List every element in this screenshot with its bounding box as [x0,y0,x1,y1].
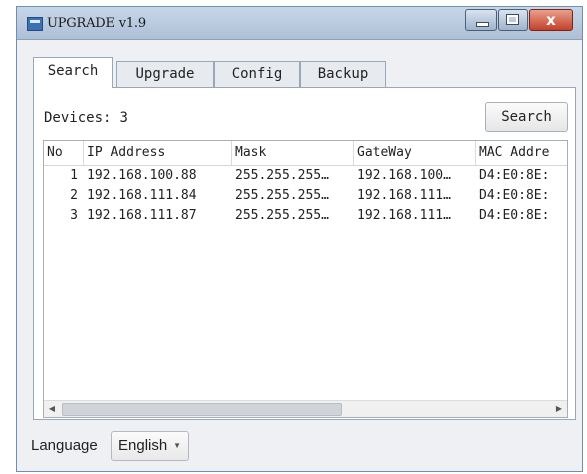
cell-gateway: 192.168.111… [357,188,451,203]
search-button[interactable]: Search [485,102,568,132]
cell-mask: 255.255.255… [235,208,329,223]
device-table[interactable]: No IP Address Mask GateWay MAC Addre 1 1… [43,140,568,418]
cell-mask: 255.255.255… [235,168,329,183]
minimize-icon [476,22,489,27]
close-button[interactable]: x [529,9,573,31]
column-header-ip-address[interactable]: IP Address [84,141,232,165]
minimize-button[interactable] [465,9,497,31]
app-icon [27,17,43,31]
table-row[interactable]: 1 192.168.100.88 255.255.255… 192.168.10… [44,166,567,186]
column-header-gateway[interactable]: GateWay [354,141,476,165]
cell-mac-address: D4:E0:8E: [479,188,550,203]
arrow-left-icon[interactable]: ◀ [44,401,60,417]
language-label: Language [31,437,98,454]
tab-backup[interactable]: Backup [300,61,386,87]
cell-ip-address: 192.168.100.88 [87,168,197,183]
column-header-no[interactable]: No [44,141,84,165]
tab-upgrade[interactable]: Upgrade [116,61,214,87]
table-body: 1 192.168.100.88 255.255.255… 192.168.10… [44,166,567,226]
cell-no: 2 [70,188,78,203]
cell-no: 3 [70,208,78,223]
devices-count: 3 [119,110,128,126]
devices-count-label: Devices: 3 [44,110,128,126]
column-header-mac-address[interactable]: MAC Addre [476,141,567,165]
cell-mac-address: D4:E0:8E: [479,168,550,183]
tab-config[interactable]: Config [214,61,300,87]
app-window: UPGRADE v1.9 x Search Upgrade Config Bac… [16,6,583,472]
devices-label-text: Devices: [44,110,112,126]
cell-mask: 255.255.255… [235,188,329,203]
language-select[interactable]: English ▼ [111,431,189,461]
scrollbar-thumb[interactable] [62,403,342,416]
chevron-down-icon: ▼ [173,441,181,450]
tab-search[interactable]: Search [33,57,113,88]
cell-ip-address: 192.168.111.87 [87,208,197,223]
cell-ip-address: 192.168.111.84 [87,188,197,203]
cell-gateway: 192.168.100… [357,168,451,183]
maximize-icon [506,14,519,25]
cell-gateway: 192.168.111… [357,208,451,223]
table-row[interactable]: 2 192.168.111.84 255.255.255… 192.168.11… [44,186,567,206]
maximize-button[interactable] [498,9,528,31]
horizontal-scrollbar[interactable]: ◀ ▶ [44,400,567,417]
close-icon: x [546,11,556,29]
arrow-right-icon[interactable]: ▶ [551,401,567,417]
cell-mac-address: D4:E0:8E: [479,208,550,223]
title-bar[interactable]: UPGRADE v1.9 x [17,7,582,40]
table-row[interactable]: 3 192.168.111.87 255.255.255… 192.168.11… [44,206,567,226]
table-header: No IP Address Mask GateWay MAC Addre [44,141,567,166]
language-value: English [118,437,168,454]
window-title: UPGRADE v1.9 [47,16,146,31]
search-panel: Devices: 3 Search No IP Address Mask Gate… [33,87,576,420]
cell-no: 1 [70,168,78,183]
column-header-mask[interactable]: Mask [232,141,354,165]
